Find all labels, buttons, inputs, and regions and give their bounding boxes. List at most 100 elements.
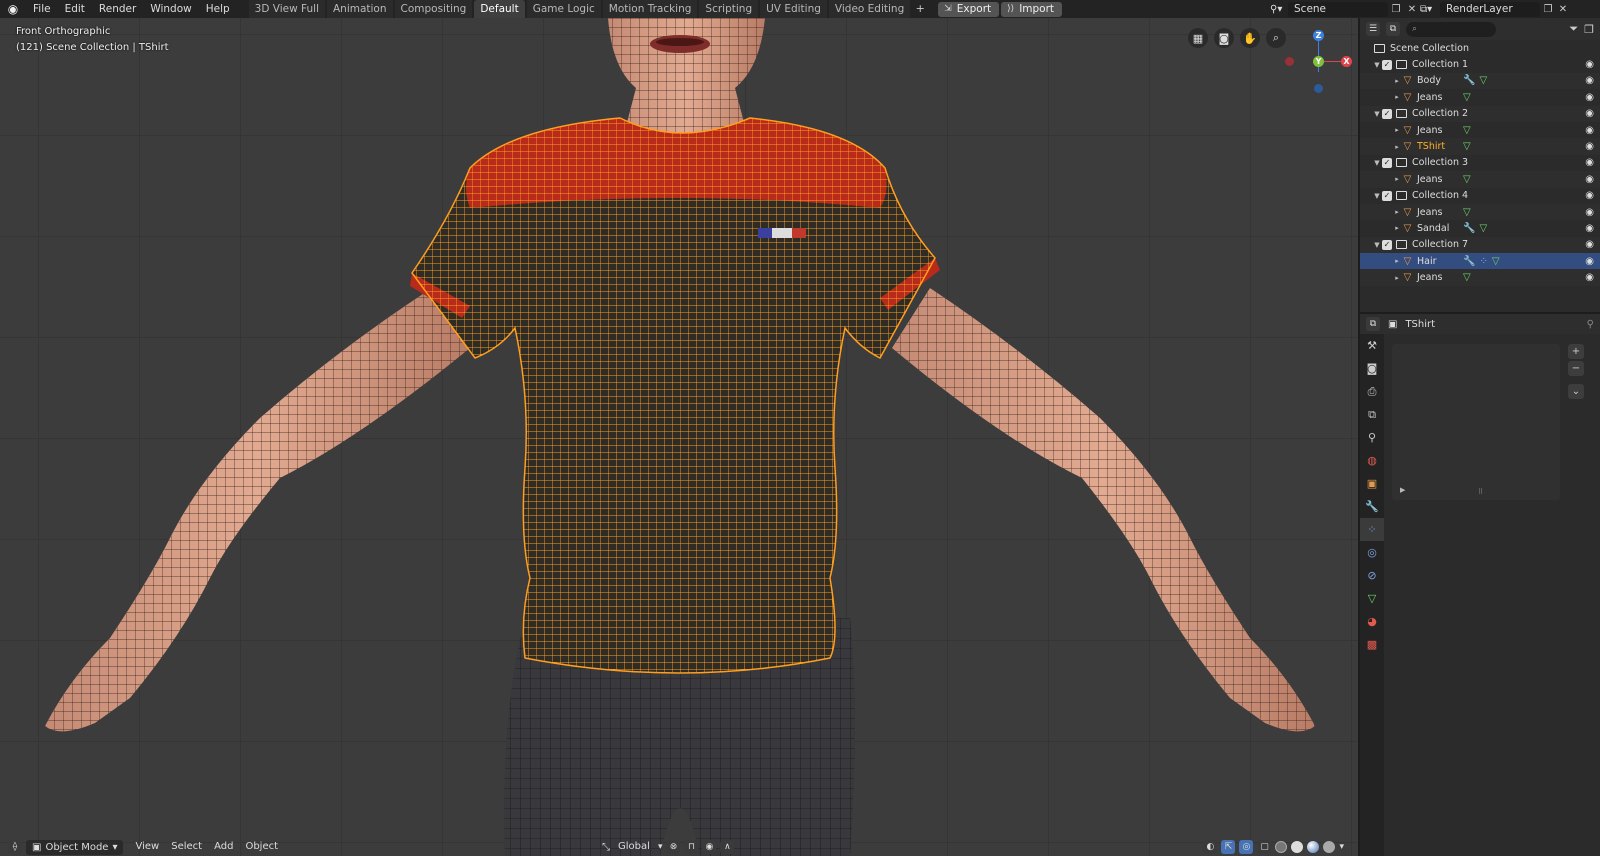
visibility-icon[interactable]: ◐ xyxy=(1203,840,1218,854)
eye-icon[interactable]: ◉ xyxy=(1585,223,1594,234)
gizmo-z-ball[interactable]: Z xyxy=(1313,30,1324,41)
outliner-object-row[interactable]: ▸ ▽ TShirt ▽ ◉ xyxy=(1360,138,1600,155)
tab-particles[interactable]: ⁘ xyxy=(1360,518,1384,541)
chevron-right-icon[interactable]: ▸ xyxy=(1392,143,1402,151)
checkbox-icon[interactable]: ✓ xyxy=(1382,108,1392,119)
tab-object[interactable]: ▣ xyxy=(1360,472,1384,495)
menu-view[interactable]: View xyxy=(129,838,165,856)
eye-icon[interactable]: ◉ xyxy=(1585,190,1594,201)
tab-scripting[interactable]: Scripting xyxy=(699,0,759,18)
chevron-right-icon[interactable]: ▸ xyxy=(1392,224,1402,232)
navigation-gizmo[interactable]: Z Y X xyxy=(1282,28,1352,98)
rendered-shading-icon[interactable] xyxy=(1323,841,1336,853)
filter-icon[interactable]: ⏷ xyxy=(1569,22,1578,36)
eye-icon[interactable]: ◉ xyxy=(1585,157,1594,168)
import-button[interactable]: ⟩⟩ Import xyxy=(1001,1,1063,17)
copy-scene-icon[interactable]: ❐ xyxy=(1388,4,1404,15)
remove-particle-system-button[interactable]: − xyxy=(1568,361,1584,376)
tab-world[interactable]: ◍ xyxy=(1360,449,1384,472)
tab-physics[interactable]: ◎ xyxy=(1360,541,1384,564)
list-menu-button[interactable]: ⌄ xyxy=(1568,384,1584,399)
chevron-right-icon[interactable]: ▸ xyxy=(1392,274,1402,282)
tab-animation[interactable]: Animation xyxy=(326,0,393,18)
pivot-icon[interactable]: ⊗ xyxy=(666,840,681,854)
falloff-icon[interactable]: ∧ xyxy=(720,840,735,854)
outliner-collection-row[interactable]: ▼ ✓ Collection 2 ◉ xyxy=(1360,105,1600,122)
gizmo-toggle-icon[interactable]: ⇱ xyxy=(1221,840,1236,854)
close-layer-icon[interactable]: ✕ xyxy=(1556,4,1570,15)
outliner-object-row[interactable]: ▸ ▽ Jeans ▽ ◉ xyxy=(1360,122,1600,138)
chevron-down-icon[interactable]: ▼ xyxy=(1372,241,1382,249)
tab-render[interactable]: ◙ xyxy=(1360,357,1384,380)
snap-icon[interactable]: ⊓ xyxy=(684,840,699,854)
wireframe-shading-icon[interactable] xyxy=(1275,841,1288,853)
camera-icon[interactable]: ◙ xyxy=(1214,28,1234,48)
menu-help[interactable]: Help xyxy=(199,0,237,18)
eye-icon[interactable]: ◉ xyxy=(1585,256,1594,267)
outliner-collection-row[interactable]: ▼ ✓ Collection 1 ◉ xyxy=(1360,56,1600,72)
menu-file[interactable]: File xyxy=(26,0,58,18)
eye-icon[interactable]: ◉ xyxy=(1585,108,1594,119)
tab-material[interactable]: ◕ xyxy=(1360,610,1384,633)
outliner-object-row[interactable]: ▸ ▽ Jeans ▽ ◉ xyxy=(1360,269,1600,286)
add-workspace-button[interactable]: + xyxy=(912,0,928,18)
eye-icon[interactable]: ◉ xyxy=(1585,239,1594,250)
outliner-collection-row[interactable]: ▼ ✓ Collection 7 ◉ xyxy=(1360,236,1600,254)
tab-motion-tracking[interactable]: Motion Tracking xyxy=(602,0,698,18)
eye-icon[interactable]: ◉ xyxy=(1585,272,1594,283)
add-particle-system-button[interactable]: + xyxy=(1568,344,1584,359)
menu-select[interactable]: Select xyxy=(165,838,208,856)
eye-icon[interactable]: ◉ xyxy=(1585,75,1594,86)
chevron-right-icon[interactable]: ▸ xyxy=(1392,208,1402,216)
checkbox-icon[interactable]: ✓ xyxy=(1382,239,1392,250)
tab-compositing[interactable]: Compositing xyxy=(394,0,473,18)
grid-icon[interactable]: ▦ xyxy=(1188,28,1208,48)
outliner-object-row[interactable]: ▸ ▽ Jeans ▽ ◉ xyxy=(1360,171,1600,188)
menu-add[interactable]: Add xyxy=(208,838,239,856)
hand-pan-icon[interactable]: ✋ xyxy=(1240,28,1260,48)
eye-icon[interactable]: ◉ xyxy=(1585,125,1594,136)
menu-object[interactable]: Object xyxy=(239,838,284,856)
export-button[interactable]: ⇲ Export xyxy=(938,1,1000,17)
tab-texture[interactable]: ▩ xyxy=(1360,633,1384,656)
overlay-toggle-icon[interactable]: ◎ xyxy=(1239,840,1254,854)
tab-video-editing[interactable]: Video Editing xyxy=(828,0,911,18)
tab-view-layer[interactable]: ⧉ xyxy=(1360,403,1384,426)
outliner-search-input[interactable]: ⌕ xyxy=(1406,21,1496,37)
chevron-right-icon[interactable]: ▸ xyxy=(1392,77,1402,85)
tab-data[interactable]: ▽ xyxy=(1360,587,1384,610)
orientation-dropdown[interactable]: Global xyxy=(614,838,654,856)
tab-constraints[interactable]: ⊘ xyxy=(1360,564,1384,587)
mode-dropdown[interactable]: ▣ Object Mode ▾ xyxy=(26,839,124,855)
outliner-collection-row[interactable]: ▼ ✓ Collection 4 ◉ xyxy=(1360,188,1600,204)
copy-layer-icon[interactable]: ❐ xyxy=(1540,4,1556,15)
tab-scene[interactable]: ⚲ xyxy=(1360,426,1384,449)
chevron-right-icon[interactable]: ▸ xyxy=(1392,175,1402,183)
resize-handle-icon[interactable]: ⠿ xyxy=(1478,488,1483,496)
outliner-editor-icon[interactable]: ☰ xyxy=(1366,22,1380,36)
tab-3d-view-full[interactable]: 3D View Full xyxy=(248,0,325,18)
3d-viewport[interactable]: Front Orthographic (121) Scene Collectio… xyxy=(0,18,1358,856)
tab-tool[interactable]: ⚒ xyxy=(1360,334,1384,357)
close-scene-icon[interactable]: ✕ xyxy=(1404,4,1420,15)
new-collection-icon[interactable]: ❐ xyxy=(1584,23,1594,36)
blender-logo-icon[interactable]: ◉ xyxy=(0,0,26,18)
chevron-down-icon[interactable]: ▾ xyxy=(1339,842,1344,852)
character-mesh[interactable] xyxy=(0,18,1358,856)
gizmo-neg-z-ball[interactable] xyxy=(1314,84,1323,93)
outliner-object-row[interactable]: ▸ ▽ Hair 🔧 ⁘ ▽ ◉ xyxy=(1360,253,1600,270)
tab-output[interactable]: ⎙ xyxy=(1360,380,1384,403)
expand-arrow-icon[interactable]: ▶ xyxy=(1400,486,1405,494)
properties-editor-icon[interactable]: ⧉ xyxy=(1366,317,1380,331)
xray-icon[interactable]: ▢ xyxy=(1257,840,1272,854)
particle-systems-list[interactable]: ▶ ⠿ xyxy=(1392,344,1560,500)
editor-type-icon[interactable]: ⟠ xyxy=(8,840,22,854)
chevron-down-icon[interactable]: ▼ xyxy=(1372,192,1382,200)
eye-icon[interactable]: ◉ xyxy=(1585,207,1594,218)
chevron-right-icon[interactable]: ▸ xyxy=(1392,126,1402,134)
scene-field[interactable]: Scene xyxy=(1288,1,1388,17)
menu-edit[interactable]: Edit xyxy=(58,0,92,18)
chevron-right-icon[interactable]: ▸ xyxy=(1392,257,1402,265)
outliner-collection-row[interactable]: ▼ ✓ Collection 3 ◉ xyxy=(1360,155,1600,171)
outliner-object-row[interactable]: ▸ ▽ Jeans ▽ ◉ xyxy=(1360,203,1600,221)
